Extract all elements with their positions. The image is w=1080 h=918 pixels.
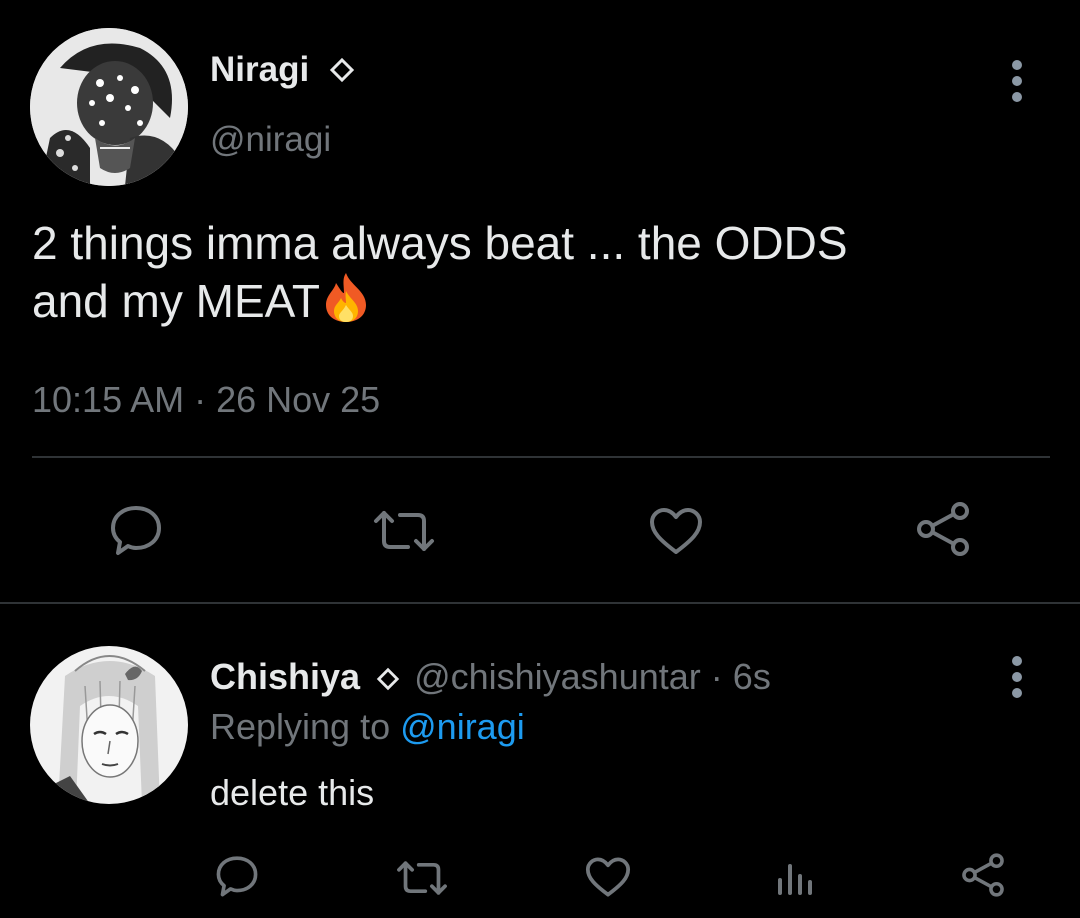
like-icon[interactable]: [584, 856, 632, 898]
niragi-avatar-image: [30, 28, 188, 186]
more-options-icon[interactable]: [1010, 656, 1024, 704]
divider: [0, 602, 1080, 604]
mention-link[interactable]: @niragi: [400, 706, 525, 747]
tweet-author[interactable]: Niragi: [210, 50, 355, 92]
divider: [32, 456, 1050, 458]
reply-icon[interactable]: [214, 855, 260, 897]
tweet-text-line: and my MEAT: [32, 275, 320, 327]
reply-time[interactable]: 6s: [733, 656, 771, 697]
fire-emoji-icon: [322, 271, 370, 335]
handle[interactable]: @chishiyashuntar: [414, 656, 701, 697]
display-name[interactable]: Chishiya: [210, 656, 360, 697]
reply-icon[interactable]: [108, 504, 164, 556]
retweet-icon[interactable]: [370, 507, 438, 555]
diamond-outline-icon: [329, 52, 355, 92]
more-options-icon[interactable]: [1010, 60, 1024, 108]
reply-text: delete this: [210, 772, 375, 813]
replying-prefix: Replying to: [210, 706, 391, 747]
share-icon[interactable]: [914, 500, 972, 558]
tweet-text-line-2: and my MEAT: [32, 271, 848, 335]
tweet-text-line: 2 things imma always beat ... the ODDS: [32, 217, 848, 269]
avatar[interactable]: [30, 646, 188, 804]
like-icon[interactable]: [648, 506, 704, 556]
chishiya-avatar-image: [30, 646, 188, 804]
retweet-icon[interactable]: [394, 858, 450, 898]
handle[interactable]: @niragi: [210, 120, 331, 160]
display-name[interactable]: Niragi: [210, 50, 309, 89]
reply-header: Chishiya @chishiyashuntar · 6s: [210, 656, 771, 700]
replying-to: Replying to @niragi: [210, 706, 525, 748]
tweet-text: 2 things imma always beat ... the ODDS a…: [32, 215, 848, 335]
analytics-icon[interactable]: [775, 860, 815, 896]
avatar[interactable]: [30, 28, 188, 186]
separator: ·: [710, 656, 723, 697]
share-icon[interactable]: [960, 852, 1006, 898]
tweet-timestamp[interactable]: 10:15 AM · 26 Nov 25: [32, 380, 380, 420]
diamond-outline-icon: [376, 658, 400, 700]
